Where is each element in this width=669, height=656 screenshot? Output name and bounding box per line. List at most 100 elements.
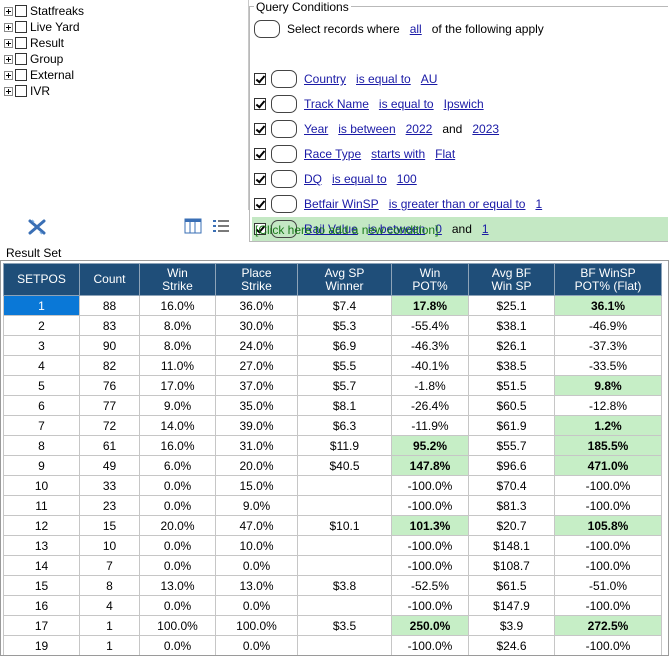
table-cell[interactable]: 61	[79, 435, 140, 456]
table-cell[interactable]: 0.0%	[139, 635, 216, 655]
table-cell[interactable]: 105.8%	[554, 515, 662, 536]
table-cell[interactable]: -100.0%	[391, 595, 469, 616]
table-cell[interactable]: 147.8%	[391, 455, 469, 476]
condition-oval[interactable]	[271, 145, 297, 163]
table-cell[interactable]: $8.1	[297, 395, 392, 416]
condition-field-link[interactable]: DQ	[304, 172, 322, 186]
table-cell[interactable]: 14.0%	[139, 415, 216, 436]
table-cell[interactable]: -100.0%	[554, 555, 662, 576]
table-cell[interactable]: $55.7	[468, 435, 555, 456]
table-cell[interactable]: 82	[79, 355, 140, 376]
table-cell[interactable]: 0.0%	[139, 535, 216, 556]
table-cell[interactable]: 15.0%	[215, 475, 298, 496]
table-cell[interactable]: $38.5	[468, 355, 555, 376]
column-header[interactable]: Win POT%	[391, 263, 469, 296]
condition-oval[interactable]	[271, 170, 297, 188]
table-cell[interactable]: 33	[79, 475, 140, 496]
tree-item[interactable]: Live Yard	[4, 19, 80, 35]
table-cell[interactable]: 0.0%	[139, 475, 216, 496]
table-cell[interactable]: 23	[79, 495, 140, 516]
table-cell[interactable]: 17.8%	[391, 295, 469, 316]
condition-checkbox[interactable]	[254, 123, 266, 135]
tree-checkbox[interactable]	[15, 5, 27, 17]
table-row[interactable]: 13 10 0.0% 10.0% -100.0% $148.1 -100.0%	[3, 535, 662, 556]
table-cell[interactable]: 0.0%	[139, 595, 216, 616]
table-cell[interactable]: 0.0%	[215, 595, 298, 616]
table-cell[interactable]: $108.7	[468, 555, 555, 576]
column-header[interactable]: BF WinSP POT% (Flat)	[554, 263, 662, 296]
column-header[interactable]: SETPOS	[3, 263, 80, 296]
tree-checkbox[interactable]	[15, 21, 27, 33]
table-cell[interactable]: 30.0%	[215, 315, 298, 336]
table-cell[interactable]: 6	[3, 395, 80, 416]
expand-icon[interactable]	[4, 38, 13, 48]
column-header[interactable]: Win Strike	[139, 263, 216, 296]
table-cell[interactable]: 1	[79, 615, 140, 636]
table-cell[interactable]: -46.3%	[391, 335, 469, 356]
table-cell[interactable]: 1	[79, 635, 140, 655]
table-cell[interactable]: $24.6	[468, 635, 555, 655]
table-row[interactable]: 5 76 17.0% 37.0% $5.7 -1.8% $51.5 9.8%	[3, 375, 662, 396]
table-cell[interactable]: -100.0%	[554, 535, 662, 556]
condition-row[interactable]: Country is equal to AU	[252, 67, 668, 91]
table-cell[interactable]: $61.9	[468, 415, 555, 436]
condition-field-link[interactable]: Year	[304, 122, 328, 136]
table-cell[interactable]: 14	[3, 555, 80, 576]
table-cell[interactable]: -37.3%	[554, 335, 662, 356]
table-cell[interactable]: $7.4	[297, 295, 392, 316]
table-cell[interactable]	[297, 495, 392, 516]
table-cell[interactable]: 39.0%	[215, 415, 298, 436]
table-row[interactable]: 1 88 16.0% 36.0% $7.4 17.8% $25.1 36.1%	[3, 295, 662, 316]
tree-item[interactable]: Result	[4, 35, 64, 51]
condition-operator-link[interactable]: is between	[338, 122, 395, 136]
table-row[interactable]: 3 90 8.0% 24.0% $6.9 -46.3% $26.1 -37.3%	[3, 335, 662, 356]
condition-checkbox[interactable]	[254, 98, 266, 110]
list-icon[interactable]	[212, 218, 230, 237]
expand-icon[interactable]	[4, 86, 13, 96]
table-cell[interactable]: 0.0%	[139, 495, 216, 516]
table-cell[interactable]: -52.5%	[391, 575, 469, 596]
table-cell[interactable]: -100.0%	[391, 535, 469, 556]
condition-oval[interactable]	[271, 70, 297, 88]
table-cell[interactable]: -100.0%	[391, 555, 469, 576]
table-cell[interactable]: 8	[79, 575, 140, 596]
table-cell[interactable]: 272.5%	[554, 615, 662, 636]
table-cell[interactable]	[297, 475, 392, 496]
table-cell[interactable]: 47.0%	[215, 515, 298, 536]
table-cell[interactable]: 11	[3, 495, 80, 516]
table-cell[interactable]: $81.3	[468, 495, 555, 516]
table-cell[interactable]: 4	[79, 595, 140, 616]
table-cell[interactable]: -26.4%	[391, 395, 469, 416]
condition-operator-link[interactable]: is equal to	[332, 172, 387, 186]
table-row[interactable]: 16 4 0.0% 0.0% -100.0% $147.9 -100.0%	[3, 595, 662, 616]
table-cell[interactable]: 72	[79, 415, 140, 436]
table-cell[interactable]: $38.1	[468, 315, 555, 336]
table-cell[interactable]: 49	[79, 455, 140, 476]
tree-item[interactable]: IVR	[4, 83, 50, 99]
table-cell[interactable]: -12.8%	[554, 395, 662, 416]
table-cell[interactable]: $70.4	[468, 475, 555, 496]
table-cell[interactable]: $5.5	[297, 355, 392, 376]
table-cell[interactable]: 19	[3, 635, 80, 655]
condition-operator-link[interactable]: is greater than or equal to	[389, 197, 526, 211]
condition-value-link[interactable]: 2022	[406, 122, 433, 136]
table-cell[interactable]: 24.0%	[215, 335, 298, 356]
clear-icon[interactable]	[27, 218, 47, 239]
table-cell[interactable]: 17.0%	[139, 375, 216, 396]
table-cell[interactable]: 13.0%	[215, 575, 298, 596]
columns-icon[interactable]	[184, 218, 202, 237]
table-cell[interactable]: $5.7	[297, 375, 392, 396]
condition-value-link[interactable]: AU	[421, 72, 438, 86]
table-cell[interactable]: 6.0%	[139, 455, 216, 476]
table-cell[interactable]: 13	[3, 535, 80, 556]
table-row[interactable]: 9 49 6.0% 20.0% $40.5 147.8% $96.6 471.0%	[3, 455, 662, 476]
table-cell[interactable]: 8.0%	[139, 315, 216, 336]
column-header[interactable]: Avg SP Winner	[297, 263, 392, 296]
table-cell[interactable]: -100.0%	[391, 635, 469, 655]
table-cell[interactable]: 77	[79, 395, 140, 416]
table-cell[interactable]: -1.8%	[391, 375, 469, 396]
condition-oval[interactable]	[271, 120, 297, 138]
table-cell[interactable]: 2	[3, 315, 80, 336]
expand-icon[interactable]	[4, 54, 13, 64]
condition-field-link[interactable]: Track Name	[304, 97, 369, 111]
